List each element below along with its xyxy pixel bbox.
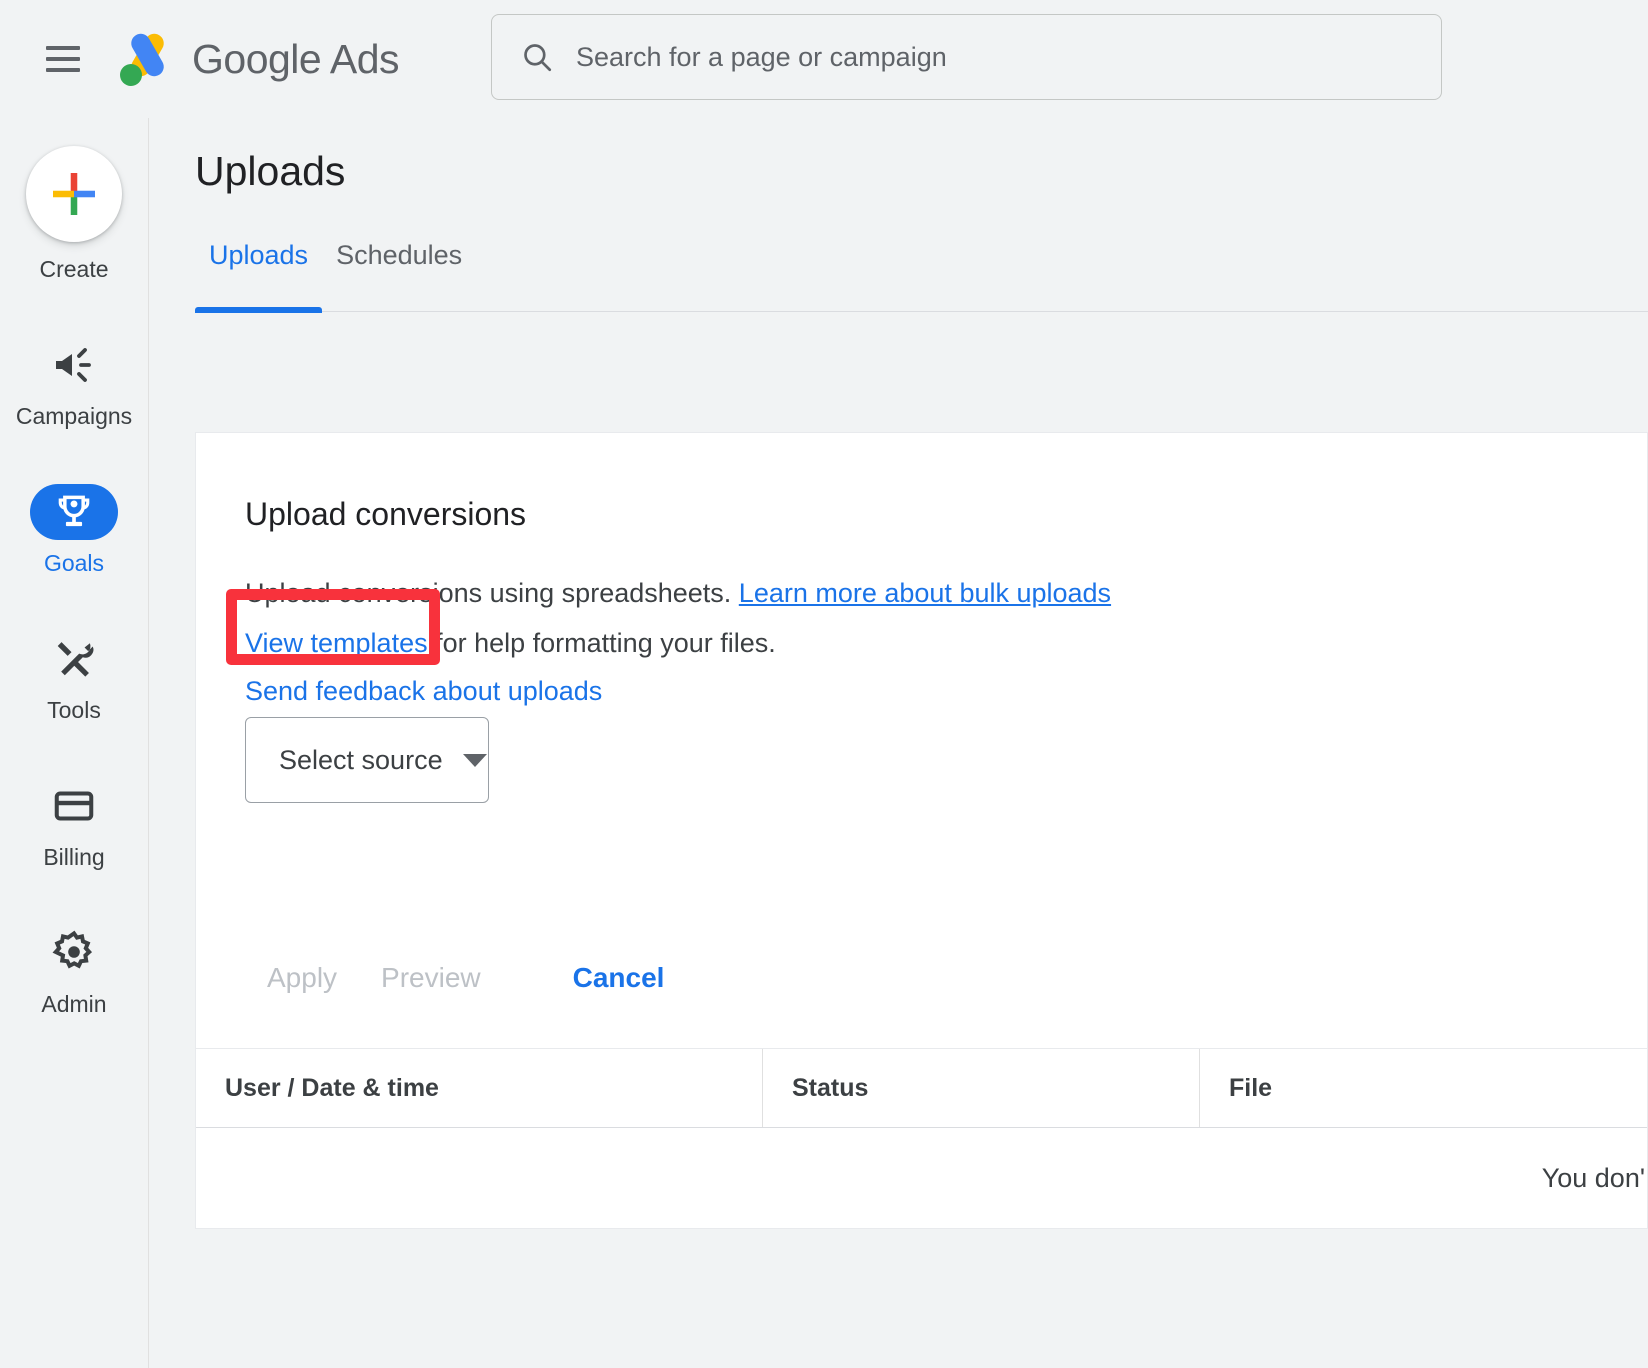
sidebar-item-billing-label: Billing bbox=[43, 844, 105, 870]
top-bar: Google Ads Search for a page or campaign bbox=[0, 0, 1648, 118]
sidebar-item-goals-label: Goals bbox=[43, 550, 105, 576]
learn-more-bulk-uploads-link[interactable]: Learn more about bulk uploads bbox=[739, 578, 1111, 608]
card-formatting-text: for help formatting your files. bbox=[427, 628, 776, 658]
sidebar-item-create-label: Create bbox=[39, 256, 109, 282]
create-button-circle[interactable] bbox=[26, 146, 122, 242]
hamburger-line bbox=[46, 57, 80, 61]
uploads-table: User / Date & time Status File You don' bbox=[195, 1048, 1648, 1229]
column-header-status[interactable]: Status bbox=[763, 1049, 1200, 1127]
cancel-button[interactable]: Cancel bbox=[551, 962, 687, 994]
column-header-file[interactable]: File bbox=[1200, 1049, 1647, 1127]
tab-uploads-label: Uploads bbox=[209, 240, 309, 270]
sidebar-item-create[interactable]: Create bbox=[26, 146, 122, 283]
table-header-row: User / Date & time Status File bbox=[196, 1049, 1647, 1128]
view-templates-link[interactable]: View templates bbox=[245, 628, 428, 658]
search-input-placeholder[interactable]: Search for a page or campaign bbox=[576, 42, 947, 73]
brand-ads: Ads bbox=[329, 35, 400, 82]
select-source-label: Select source bbox=[279, 744, 443, 775]
card-title: Upload conversions bbox=[245, 496, 527, 532]
gear-icon bbox=[52, 930, 93, 969]
sidebar-item-campaigns[interactable]: Campaigns bbox=[9, 337, 139, 430]
campaigns-pill bbox=[30, 337, 118, 393]
tools-icon bbox=[57, 642, 94, 677]
credit-card-icon bbox=[54, 791, 94, 821]
select-source-dropdown[interactable]: Select source bbox=[245, 717, 489, 803]
card-description-line-2: View templates for help formatting your … bbox=[245, 628, 776, 659]
plus-icon bbox=[53, 173, 95, 215]
sidebar-item-tools[interactable]: Tools bbox=[9, 631, 139, 724]
sidebar-item-goals[interactable]: Goals bbox=[9, 484, 139, 577]
google-ads-logo[interactable]: Google Ads bbox=[116, 28, 400, 90]
table-empty-message: You don' bbox=[1541, 1162, 1645, 1193]
card-description-line-3: Send feedback about uploads bbox=[245, 676, 602, 707]
goals-pill bbox=[30, 484, 118, 540]
brand-title: Google Ads bbox=[192, 35, 400, 83]
megaphone-icon bbox=[56, 348, 91, 382]
search-bar[interactable]: Search for a page or campaign bbox=[491, 14, 1442, 100]
left-sidebar: Create Campaigns Goals Tools Billing Adm… bbox=[0, 118, 149, 1368]
trophy-icon bbox=[58, 495, 90, 527]
main-content: Uploads Uploads Schedules Upload convers… bbox=[149, 118, 1648, 1368]
card-description-text: Upload conversions using spreadsheets. bbox=[245, 578, 739, 608]
billing-pill bbox=[30, 778, 118, 834]
tab-uploads[interactable]: Uploads bbox=[195, 240, 323, 313]
tools-pill bbox=[30, 631, 118, 687]
card-action-bar: Apply Preview Cancel bbox=[245, 962, 686, 994]
table-empty-row: You don' bbox=[196, 1128, 1647, 1228]
google-ads-app: Google Ads Search for a page or campaign bbox=[0, 0, 1648, 1368]
admin-pill bbox=[30, 925, 118, 981]
upload-conversions-card: Upload conversions Upload conversions us… bbox=[195, 432, 1648, 1048]
column-header-user-date-time[interactable]: User / Date & time bbox=[196, 1049, 763, 1127]
tab-schedules[interactable]: Schedules bbox=[322, 240, 476, 312]
hamburger-menu-icon[interactable] bbox=[46, 46, 80, 72]
sidebar-item-campaigns-label: Campaigns bbox=[15, 403, 133, 429]
sidebar-item-tools-label: Tools bbox=[47, 697, 101, 723]
tab-bar: Uploads Schedules bbox=[195, 240, 1648, 313]
sidebar-item-billing[interactable]: Billing bbox=[9, 778, 139, 871]
card-description-line-1: Upload conversions using spreadsheets. L… bbox=[245, 578, 1111, 609]
page-title: Uploads bbox=[195, 148, 346, 194]
sidebar-item-admin-label: Admin bbox=[41, 991, 107, 1017]
search-icon bbox=[524, 44, 552, 72]
send-feedback-about-uploads-link[interactable]: Send feedback about uploads bbox=[245, 676, 602, 706]
brand-google: Google bbox=[192, 35, 322, 82]
google-ads-logo-icon bbox=[120, 33, 164, 86]
apply-button[interactable]: Apply bbox=[245, 962, 359, 994]
chevron-down-icon bbox=[462, 753, 487, 767]
preview-button[interactable]: Preview bbox=[359, 962, 503, 994]
hamburger-line bbox=[46, 46, 80, 50]
tab-schedules-label: Schedules bbox=[336, 240, 463, 270]
sidebar-item-admin[interactable]: Admin bbox=[9, 925, 139, 1018]
hamburger-line bbox=[46, 68, 80, 72]
